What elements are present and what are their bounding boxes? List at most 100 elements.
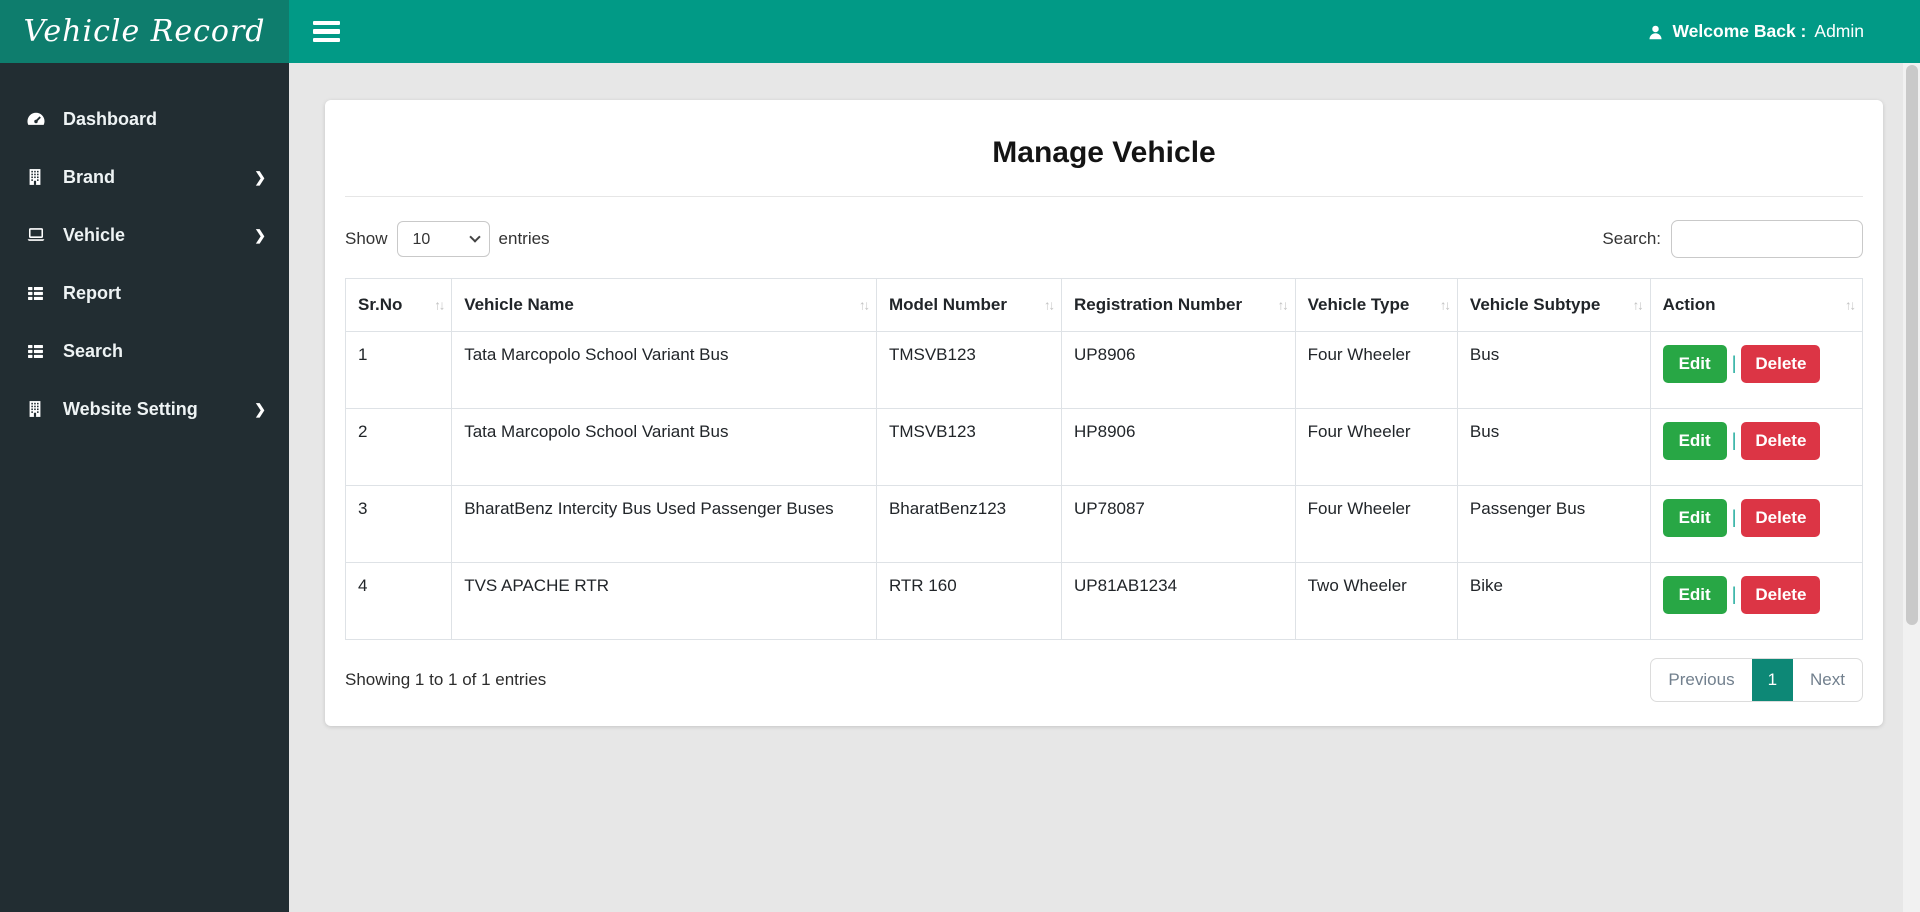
table-controls: Show 10 entries Search: <box>345 220 1863 258</box>
menu-toggle-button[interactable] <box>303 7 350 57</box>
pagination: Previous 1 Next <box>1650 658 1863 702</box>
cell-sr-no: 3 <box>344 485 453 563</box>
column-header-sr-no[interactable]: Sr.No ↑↓ <box>344 278 453 332</box>
edit-button[interactable]: Edit <box>1662 422 1727 460</box>
dashboard-gauge-icon <box>25 108 51 130</box>
sort-icon: ↑↓ <box>1439 297 1451 313</box>
pagination-previous[interactable]: Previous <box>1651 659 1751 701</box>
sort-icon: ↑↓ <box>1277 297 1289 313</box>
sidebar-item-brand[interactable]: Brand ❯ <box>0 148 289 206</box>
search-label: Search: <box>1602 229 1661 248</box>
cell-action: Edit | Delete <box>1649 331 1864 409</box>
action-separator: | <box>1731 507 1737 527</box>
sort-icon: ↑↓ <box>1845 297 1856 313</box>
sidebar-item-website-setting[interactable]: Website Setting ❯ <box>0 380 289 438</box>
cell-sr-no: 1 <box>344 331 453 409</box>
column-header-label: Action <box>1662 295 1716 314</box>
sidebar-item-dashboard[interactable]: Dashboard ❯ <box>0 90 289 148</box>
edit-button[interactable]: Edit <box>1662 345 1727 383</box>
length-control: Show 10 entries <box>345 221 550 257</box>
scrollbar-thumb[interactable] <box>1905 65 1918 625</box>
sidebar-item-label: Website Setting <box>63 398 198 419</box>
action-separator: | <box>1731 353 1737 373</box>
table-row: 3 BharatBenz Intercity Bus Used Passenge… <box>344 485 1864 563</box>
cell-action: Edit | Delete <box>1649 408 1864 486</box>
delete-button[interactable]: Delete <box>1741 576 1821 614</box>
sidebar-item-label: Brand <box>63 166 116 187</box>
title-divider <box>345 196 1863 197</box>
action-separator: | <box>1731 430 1737 450</box>
user-icon <box>1647 24 1664 41</box>
table-row: 4 TVS APACHE RTR RTR 160 UP81AB1234 Two … <box>344 562 1864 640</box>
action-separator: | <box>1731 584 1737 604</box>
search-control: Search: <box>1602 220 1863 258</box>
cell-action: Edit | Delete <box>1649 485 1864 563</box>
pagination-next[interactable]: Next <box>1793 659 1862 701</box>
entries-select[interactable]: 10 <box>396 221 490 257</box>
cell-vehicle-subtype: Bus <box>1456 408 1651 486</box>
page-title: Manage Vehicle <box>992 136 1216 169</box>
cell-registration-number: HP8906 <box>1061 408 1296 486</box>
column-header-model-number[interactable]: Model Number ↑↓ <box>875 278 1063 332</box>
sort-icon: ↑↓ <box>434 297 445 313</box>
sidebar-item-vehicle[interactable]: Vehicle ❯ <box>0 206 289 264</box>
cell-sr-no: 4 <box>344 562 453 640</box>
cell-vehicle-type: Four Wheeler <box>1294 485 1458 563</box>
laptop-icon <box>25 224 51 246</box>
pagination-page-1[interactable]: 1 <box>1751 659 1794 701</box>
building-icon <box>25 399 51 419</box>
cell-vehicle-subtype: Bus <box>1456 331 1651 409</box>
cell-model-number: TMSVB123 <box>875 331 1063 409</box>
cell-vehicle-name: Tata Marcopolo School Variant Bus <box>451 331 877 409</box>
table-row: 2 Tata Marcopolo School Variant Bus TMSV… <box>344 408 1864 486</box>
manage-vehicle-card: Manage Vehicle Show 10 entries Search: S… <box>325 100 1883 726</box>
delete-button[interactable]: Delete <box>1741 499 1821 537</box>
cell-sr-no: 2 <box>344 408 453 486</box>
cell-model-number: BharatBenz123 <box>875 485 1063 563</box>
cell-model-number: TMSVB123 <box>875 408 1063 486</box>
sidebar-item-report[interactable]: Report ❯ <box>0 264 289 322</box>
delete-button[interactable]: Delete <box>1741 422 1821 460</box>
search-input[interactable] <box>1671 220 1863 258</box>
list-icon <box>25 283 51 304</box>
sidebar-item-label: Vehicle <box>63 224 126 245</box>
column-header-registration-number[interactable]: Registration Number ↑↓ <box>1061 278 1296 332</box>
cell-registration-number: UP81AB1234 <box>1061 562 1296 640</box>
sidebar-item-label: Report <box>63 282 121 303</box>
app-logo-text: Vehicle Record <box>23 14 266 49</box>
show-label: Show <box>345 229 388 248</box>
building-icon <box>25 167 51 187</box>
chevron-right-icon: ❯ <box>254 400 266 417</box>
app-logo[interactable]: Vehicle Record <box>0 0 289 63</box>
table-header-row: Sr.No ↑↓ Vehicle Name ↑↓ Model Number ↑↓… <box>344 278 1864 332</box>
sort-icon: ↑↓ <box>1632 297 1644 313</box>
delete-button[interactable]: Delete <box>1741 345 1821 383</box>
cell-vehicle-type: Four Wheeler <box>1294 408 1458 486</box>
table-row: 1 Tata Marcopolo School Variant Bus TMSV… <box>344 331 1864 409</box>
column-header-label: Vehicle Name <box>464 295 574 314</box>
bars-icon <box>313 20 340 43</box>
sort-icon: ↑↓ <box>1044 297 1055 313</box>
cell-vehicle-name: BharatBenz Intercity Bus Used Passenger … <box>451 485 877 563</box>
list-icon <box>25 341 51 362</box>
scrollbar-track[interactable] <box>1903 63 1920 912</box>
cell-model-number: RTR 160 <box>875 562 1063 640</box>
sidebar-item-search[interactable]: Search ❯ <box>0 322 289 380</box>
column-header-label: Vehicle Subtype <box>1469 295 1601 314</box>
cell-vehicle-type: Two Wheeler <box>1294 562 1458 640</box>
column-header-vehicle-subtype[interactable]: Vehicle Subtype ↑↓ <box>1456 278 1651 332</box>
cell-vehicle-name: Tata Marcopolo School Variant Bus <box>451 408 877 486</box>
edit-button[interactable]: Edit <box>1662 499 1727 537</box>
column-header-label: Sr.No <box>358 295 403 314</box>
cell-vehicle-name: TVS APACHE RTR <box>451 562 877 640</box>
cell-action: Edit | Delete <box>1649 562 1864 640</box>
column-header-vehicle-name[interactable]: Vehicle Name ↑↓ <box>451 278 877 332</box>
cell-registration-number: UP78087 <box>1061 485 1296 563</box>
header-bar: Welcome Back : Admin <box>289 0 1920 63</box>
column-header-action[interactable]: Action ↑↓ <box>1649 278 1864 332</box>
edit-button[interactable]: Edit <box>1662 576 1727 614</box>
table-info: Showing 1 to 1 of 1 entries <box>345 670 547 689</box>
cell-vehicle-type: Four Wheeler <box>1294 331 1458 409</box>
column-header-vehicle-type[interactable]: Vehicle Type ↑↓ <box>1294 278 1458 332</box>
sidebar-item-label: Dashboard <box>63 108 158 129</box>
